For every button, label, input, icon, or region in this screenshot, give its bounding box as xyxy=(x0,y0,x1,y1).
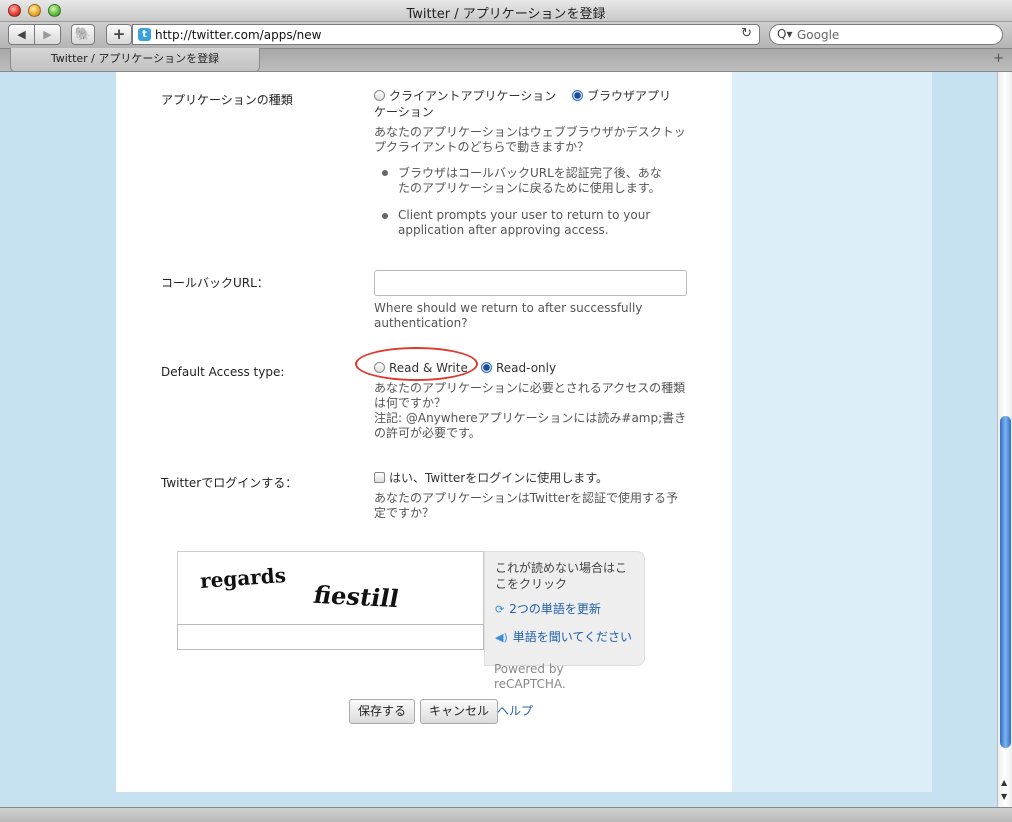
scrollbar-thumb[interactable] xyxy=(1000,416,1011,748)
right-sidebar xyxy=(732,72,932,792)
captcha-options-panel: これが読めない場合はこ こをクリック ⟳ 2つの単語を更新 ◀) 単語を聞いてくださ… xyxy=(484,551,645,666)
back-button[interactable]: ◀ xyxy=(8,24,35,45)
callback-url-label: コールバックURL： xyxy=(161,276,269,290)
status-bar xyxy=(0,807,1012,822)
captcha-audio-link[interactable]: ◀) 単語を聞いてください xyxy=(495,628,632,645)
bullet1-line1: ブラウザはコールバックURLを認証完了後、あな xyxy=(398,166,662,180)
bullet2-line2: application after approving access. xyxy=(398,223,609,237)
callback-url-input[interactable] xyxy=(374,270,687,296)
access-help-3: 注記: @Anywhereアプリケーションには読み#amp;書き xyxy=(374,411,687,425)
annotation-circle xyxy=(355,347,478,381)
vertical-scrollbar[interactable]: ▲ ▼ xyxy=(997,72,1012,807)
captcha-cant-read-1[interactable]: これが読めない場合はこ xyxy=(495,561,627,575)
forward-button[interactable]: ▶ xyxy=(34,24,61,45)
back-icon: ◀ xyxy=(17,28,26,41)
evernote-icon: 🐘 xyxy=(74,27,92,42)
radio-client-icon[interactable] xyxy=(374,90,385,101)
checkbox-icon[interactable] xyxy=(374,472,385,483)
reload-icon[interactable]: ↻ xyxy=(741,26,752,41)
captcha-input[interactable] xyxy=(177,624,484,650)
scroll-down-icon[interactable]: ▼ xyxy=(1001,792,1007,801)
address-bar[interactable]: t http://twitter.com/apps/new ↻ xyxy=(132,24,760,45)
search-field[interactable]: Q▾ Google xyxy=(769,24,1003,45)
page-viewport: アプリケーションの種類 クライアントアプリケーション ブラウザアプリ ケーション… xyxy=(0,72,997,807)
radio-read-only-icon[interactable] xyxy=(481,362,492,373)
callback-help-2: authentication? xyxy=(374,316,468,330)
refresh-icon: ⟳ xyxy=(495,603,505,616)
plus-icon: + xyxy=(112,25,126,43)
tab-bar: Twitter / アプリケーションを登録 + xyxy=(0,48,1012,72)
save-button[interactable]: 保存する xyxy=(349,699,415,724)
captcha-word-2: fiestill xyxy=(311,579,402,614)
title-bar: Twitter / アプリケーションを登録 xyxy=(0,0,1012,22)
help-link[interactable]: ヘルプ xyxy=(497,702,533,719)
access-help-4: の許可が必要です。 xyxy=(374,426,481,440)
access-type-label: Default Access type: xyxy=(161,365,285,379)
app-type-client-option[interactable]: クライアントアプリケーション xyxy=(374,89,556,104)
forward-icon: ▶ xyxy=(43,28,52,41)
captcha-word-1: regards xyxy=(199,563,287,593)
radio-browser-icon[interactable] xyxy=(572,90,583,101)
tab-twitter-register-app[interactable]: Twitter / アプリケーションを登録 xyxy=(10,48,260,72)
app-type-help-2: プクライアントのどちらで動きますか？ xyxy=(374,140,590,154)
login-help-2: 定ですか？ xyxy=(374,506,435,520)
app-type-browser-option[interactable]: ブラウザアプリ xyxy=(572,89,671,104)
window-title: Twitter / アプリケーションを登録 xyxy=(406,7,606,22)
search-icon[interactable]: Q▾ xyxy=(777,27,792,41)
bullet-icon xyxy=(382,213,388,219)
bullet-icon xyxy=(382,170,388,176)
browser-toolbar: ◀ ▶ 🐘 + t http://twitter.com/apps/new ↻ … xyxy=(0,22,1012,48)
access-help-1: あなたのアプリケーションに必要とされるアクセスの種類 xyxy=(374,381,686,395)
bullet1-line2: たのアプリケーションに戻るために使用します。 xyxy=(398,181,661,195)
login-help-1: あなたのアプリケーションはTwitterを認証で使用する予 xyxy=(374,491,678,505)
url-text[interactable]: http://twitter.com/apps/new xyxy=(155,28,321,42)
login-label: Twitterでログインする： xyxy=(161,476,298,490)
app-type-help-1: あなたのアプリケーションはウェブブラウザかデスクトッ xyxy=(374,125,686,139)
access-read-only-option[interactable]: Read-only xyxy=(481,361,556,376)
recaptcha-widget: regards fiestill これが読めない場合はこ こをクリック ⟳ 2つの… xyxy=(177,551,645,667)
access-help-2: は何ですか？ xyxy=(374,396,447,410)
app-type-label: アプリケーションの種類 xyxy=(161,93,293,107)
bullet2-line1: Client prompts your user to return to yo… xyxy=(398,208,651,222)
login-checkbox-option[interactable]: はい、Twitterをログインに使用します。 xyxy=(374,471,608,486)
powered-by-1: Powered by xyxy=(494,662,564,676)
app-type-browser-option-cont: ケーション xyxy=(374,105,434,119)
powered-by-2[interactable]: reCAPTCHA. xyxy=(494,677,566,691)
captcha-refresh-link[interactable]: ⟳ 2つの単語を更新 xyxy=(495,600,601,617)
add-bookmark-button[interactable]: + xyxy=(106,24,132,45)
captcha-image: regards fiestill xyxy=(177,551,484,625)
evernote-button[interactable]: 🐘 xyxy=(71,24,95,45)
twitter-favicon-icon: t xyxy=(138,28,151,41)
new-tab-icon[interactable]: + xyxy=(993,51,1004,66)
scroll-up-icon[interactable]: ▲ xyxy=(1001,778,1007,787)
search-placeholder: Google xyxy=(797,28,840,42)
captcha-cant-read-2[interactable]: こをクリック xyxy=(495,577,567,591)
cancel-button[interactable]: キャンセル xyxy=(420,699,498,724)
callback-help-1: Where should we return to after successf… xyxy=(374,301,643,315)
speaker-icon: ◀) xyxy=(495,631,508,644)
